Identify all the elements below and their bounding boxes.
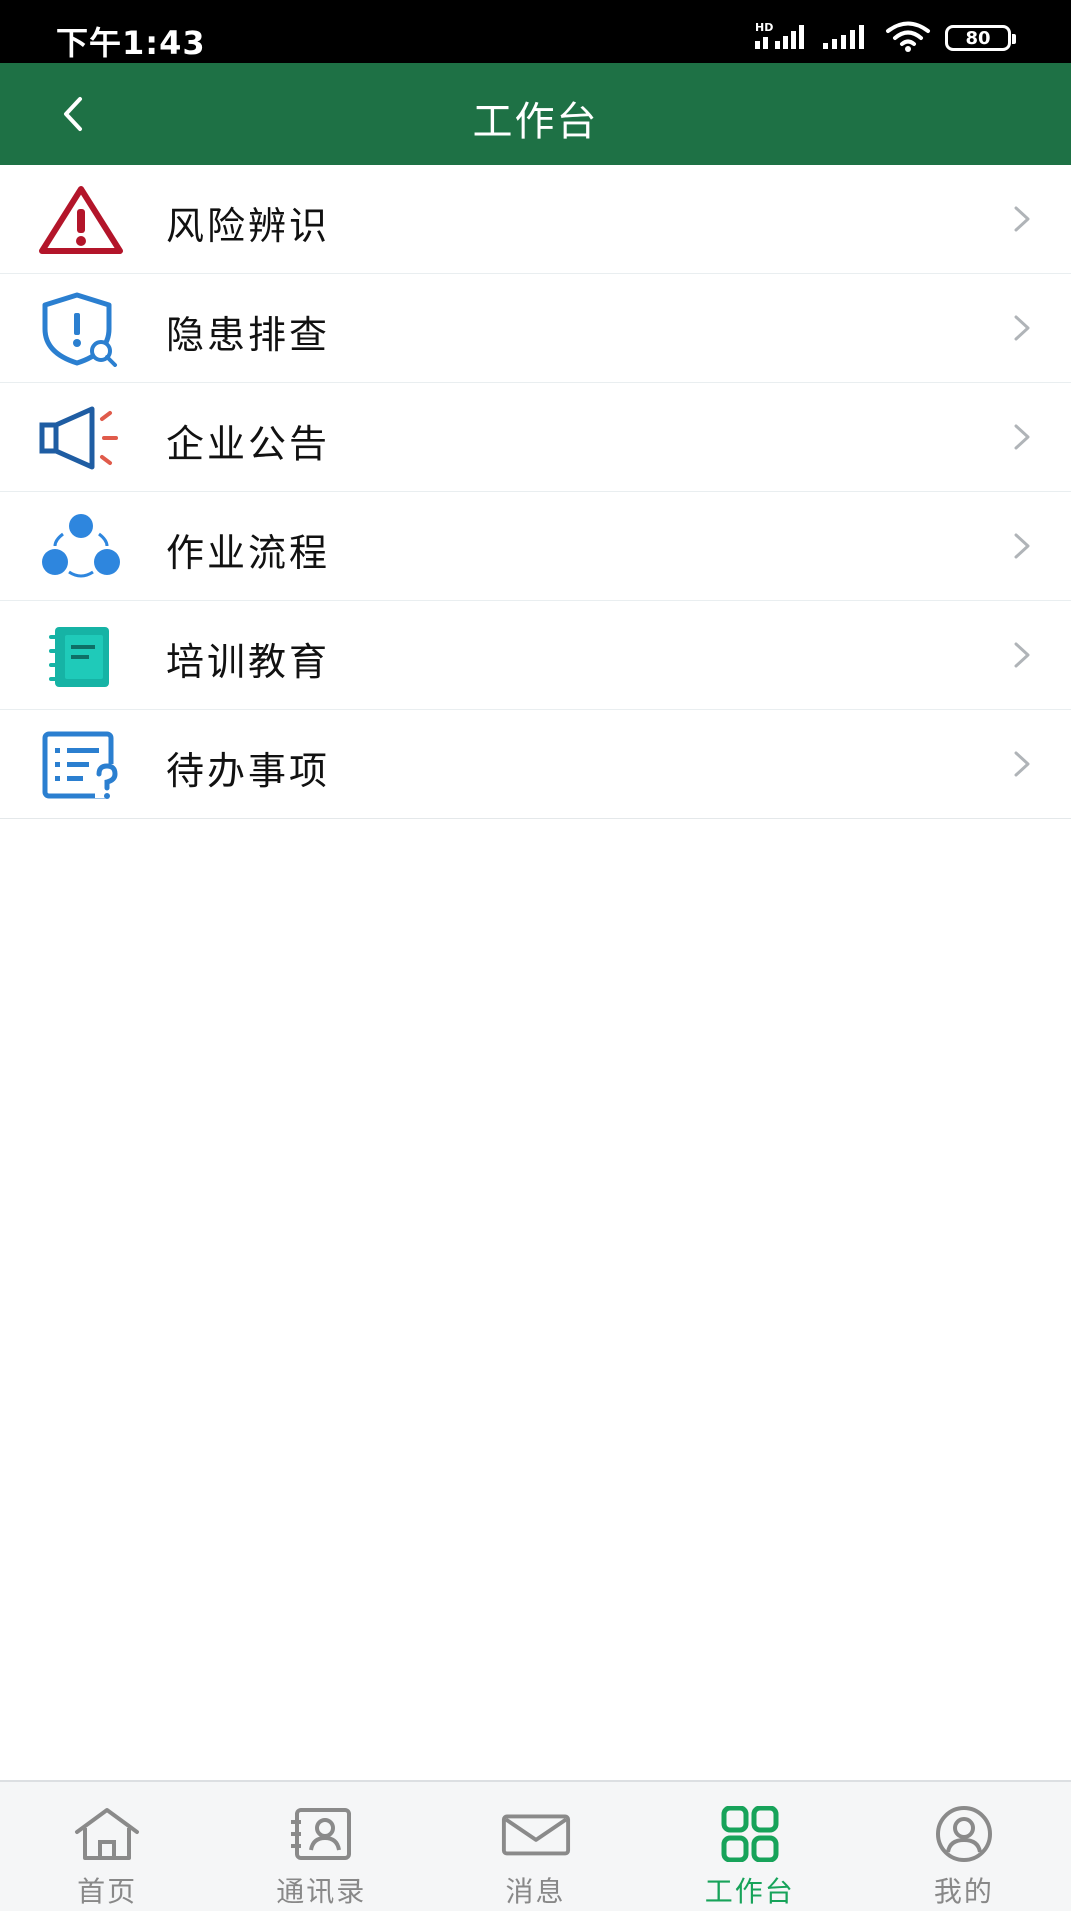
status-time: 下午1:43 <box>56 24 206 62</box>
chevron-right-icon <box>1014 533 1030 559</box>
chevron-right-icon <box>1014 315 1030 341</box>
chevron-right-icon <box>1014 424 1030 450</box>
signal-icon-2 <box>823 21 871 55</box>
tab-mine[interactable]: 我的 <box>857 1782 1071 1911</box>
menu-item-company-notice[interactable]: 企业公告 <box>0 383 1071 492</box>
menu-item-risk-identification[interactable]: 风险辨识 <box>0 165 1071 274</box>
menu-item-label: 企业公告 <box>166 422 331 466</box>
page-title: 工作台 <box>472 99 599 145</box>
menu-item-label: 风险辨识 <box>166 204 331 248</box>
tab-label: 消息 <box>505 1875 566 1908</box>
bottom-tab-bar: 首页 通讯录 消息 工作台 我的 <box>0 1780 1071 1911</box>
signal-icon-1: HD <box>755 21 809 55</box>
megaphone-icon <box>36 399 126 477</box>
tab-label: 我的 <box>933 1875 994 1908</box>
menu-item-work-process[interactable]: 作业流程 <box>0 492 1071 601</box>
svg-text:HD: HD <box>755 21 773 34</box>
process-nodes-icon <box>36 508 126 586</box>
menu-item-hazard-inspection[interactable]: 隐患排查 <box>0 274 1071 383</box>
tab-label: 首页 <box>77 1875 138 1908</box>
menu-item-training-education[interactable]: 培训教育 <box>0 601 1071 710</box>
tab-contacts[interactable]: 通讯录 <box>214 1782 428 1911</box>
battery-indicator: 80 <box>945 25 1016 51</box>
user-icon <box>928 1804 1000 1864</box>
chevron-right-icon <box>1014 751 1030 777</box>
mail-icon <box>500 1804 572 1864</box>
menu-item-label: 待办事项 <box>166 749 331 793</box>
contacts-icon <box>285 1804 357 1864</box>
menu-item-todo[interactable]: 待办事项 <box>0 710 1071 819</box>
shield-search-icon <box>36 290 126 368</box>
todo-list-icon <box>36 726 126 804</box>
chevron-right-icon <box>1014 206 1030 232</box>
notebook-icon <box>36 617 126 695</box>
tab-label: 通讯录 <box>276 1875 367 1908</box>
app-header: 工作台 <box>0 63 1071 165</box>
tab-label: 工作台 <box>704 1875 795 1908</box>
wifi-icon <box>885 20 931 56</box>
status-indicators: HD 80 <box>755 20 1016 56</box>
warning-triangle-icon <box>36 181 126 259</box>
chevron-right-icon <box>1014 642 1030 668</box>
home-icon <box>71 1804 143 1864</box>
menu-item-label: 作业流程 <box>166 531 331 575</box>
tab-messages[interactable]: 消息 <box>428 1782 642 1911</box>
status-bar: 下午1:43 HD 80 <box>0 0 1071 63</box>
menu-item-label: 隐患排查 <box>166 313 331 357</box>
workbench-menu: 风险辨识 隐患排查 企业公告 作业流程 培训教育 待办事项 <box>0 165 1071 819</box>
tab-workbench[interactable]: 工作台 <box>643 1782 857 1911</box>
grid-icon <box>714 1804 786 1864</box>
tab-home[interactable]: 首页 <box>0 1782 214 1911</box>
menu-item-label: 培训教育 <box>166 640 331 684</box>
